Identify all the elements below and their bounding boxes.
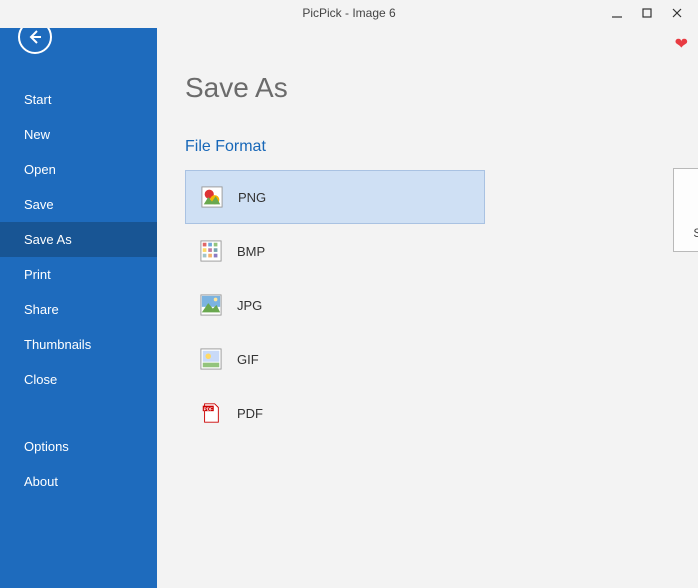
format-item-bmp[interactable]: BMP xyxy=(185,224,485,278)
close-button[interactable] xyxy=(662,2,692,24)
sidebar-item-save-as[interactable]: Save As xyxy=(0,222,157,257)
sidebar-item-share[interactable]: Share xyxy=(0,292,157,327)
file-format-list: PNG BMP JPG GIF PDF PDF xyxy=(185,170,485,440)
sidebar-item-thumbnails[interactable]: Thumbnails xyxy=(0,327,157,362)
format-item-gif[interactable]: GIF xyxy=(185,332,485,386)
format-label: GIF xyxy=(237,352,259,367)
sidebar-item-options[interactable]: Options xyxy=(0,429,157,464)
sidebar-item-about[interactable]: About xyxy=(0,464,157,499)
page-title: Save As xyxy=(185,72,670,104)
minimize-button[interactable] xyxy=(602,2,632,24)
window-title: PicPick - Image 6 xyxy=(302,6,395,20)
sidebar: Start New Open Save Save As Print Share … xyxy=(0,0,157,588)
sidebar-item-new[interactable]: New xyxy=(0,117,157,152)
save-all-section: Save All Save All Save all image xyxy=(673,168,698,252)
format-png-icon xyxy=(200,185,224,209)
sidebar-item-close[interactable]: Close xyxy=(0,362,157,397)
save-all-button-label: Save All xyxy=(693,226,698,240)
save-all-button[interactable]: Save All xyxy=(673,168,698,252)
format-label: JPG xyxy=(237,298,262,313)
format-gif-icon xyxy=(199,347,223,371)
sidebar-item-open[interactable]: Open xyxy=(0,152,157,187)
window-buttons xyxy=(602,2,692,24)
title-bar: PicPick - Image 6 xyxy=(0,0,698,28)
main-content: Save As File Format PNG BMP JPG GIF xyxy=(157,0,698,588)
format-label: PDF xyxy=(237,406,263,421)
format-pdf-icon: PDF xyxy=(199,401,223,425)
svg-text:PDF: PDF xyxy=(204,406,213,411)
format-item-jpg[interactable]: JPG xyxy=(185,278,485,332)
format-item-png[interactable]: PNG xyxy=(185,170,485,224)
sidebar-item-start[interactable]: Start xyxy=(0,82,157,117)
format-jpg-icon xyxy=(199,293,223,317)
maximize-button[interactable] xyxy=(632,2,662,24)
sidebar-item-save[interactable]: Save xyxy=(0,187,157,222)
sidebar-item-print[interactable]: Print xyxy=(0,257,157,292)
section-file-format: File Format xyxy=(185,138,670,156)
heart-icon[interactable]: ❤ xyxy=(675,34,688,54)
format-label: BMP xyxy=(237,244,265,259)
format-label: PNG xyxy=(238,190,266,205)
format-bmp-icon xyxy=(199,239,223,263)
format-item-pdf[interactable]: PDF PDF xyxy=(185,386,485,440)
